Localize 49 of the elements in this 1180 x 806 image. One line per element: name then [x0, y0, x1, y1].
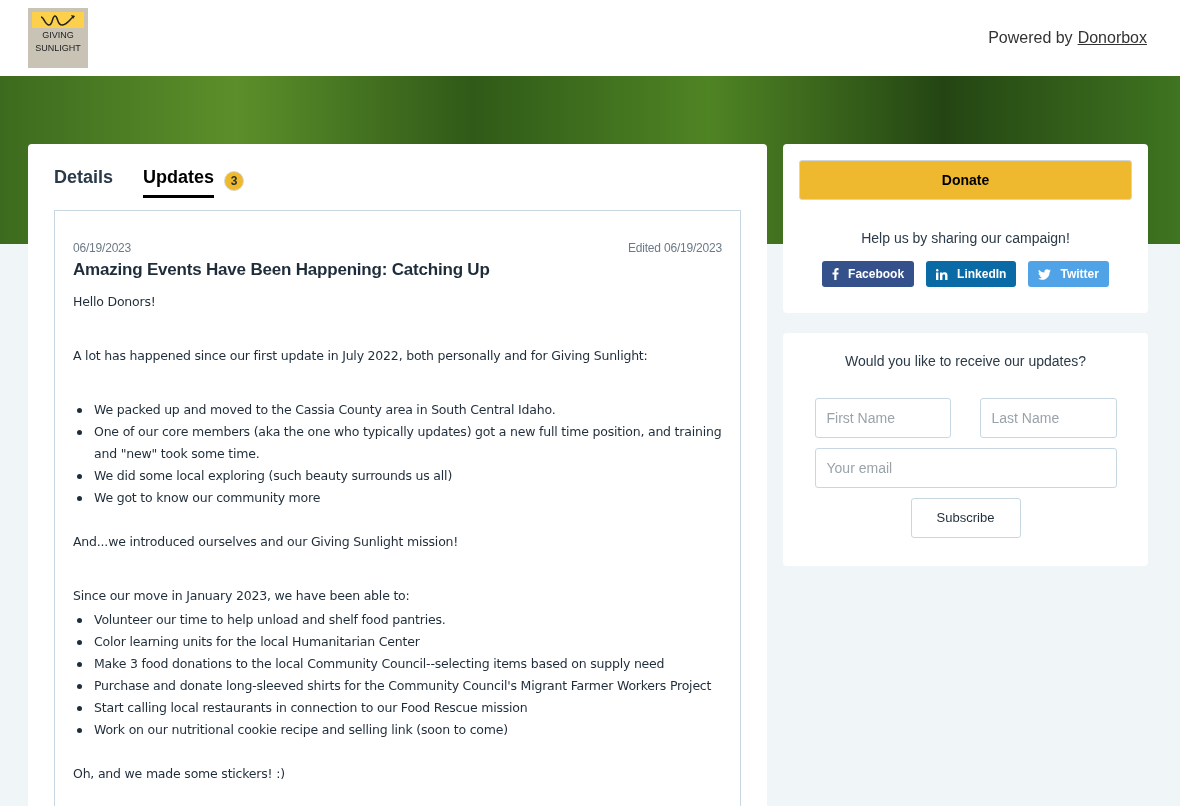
donorbox-link[interactable]: Donorbox	[1077, 26, 1147, 50]
bullet-icon	[77, 430, 82, 435]
bullet-icon	[77, 728, 82, 733]
bullet-icon	[77, 496, 82, 501]
list-item-text: Make 3 food donations to the local Community Council--selecting items based on supply need	[94, 655, 665, 673]
share-button[interactable]: Facebook	[822, 261, 915, 287]
linkedin-icon	[936, 268, 949, 280]
share-text: Help us by sharing our campaign!	[861, 229, 1070, 248]
list-item-text: Color learning units for the local Humanitarian Center	[94, 633, 420, 651]
tab[interactable]: Updates	[143, 164, 215, 198]
list-item-text: We packed up and moved to the Cassia County area in South Central Idaho.	[94, 401, 556, 419]
edited-date: Edited 06/19/2023	[627, 240, 722, 257]
list-item-text: Work on our nutritional cookie recipe and selling link (soon to come)	[94, 721, 508, 739]
update-paragraph: A lot has happened since our first update in July 2022, both personally and for Giving Sunlight:	[73, 347, 649, 365]
list-item-text: Purchase and donate long-sleeved shirts for the Community Council's Migrant Farmer Workers Project	[94, 677, 712, 695]
update-date: 06/19/2023	[73, 240, 132, 257]
update-paragraph: Hello Donors!	[73, 293, 157, 311]
bullet-icon	[77, 408, 82, 413]
bullet-icon	[77, 618, 82, 623]
bullet-icon	[77, 474, 82, 479]
bullet-icon	[77, 706, 82, 711]
update-paragraph: And...we introduced ourselves and our Giving Sunlight mission!	[73, 533, 460, 551]
loop-arrow-icon	[38, 14, 78, 26]
subscribe-button[interactable]: Subscribe	[910, 498, 1021, 538]
logo[interactable]: GIVING SUNLIGHT	[28, 8, 88, 68]
list-item-text: Volunteer our time to help unload and shelf food pantries.	[94, 611, 446, 629]
facebook-icon	[832, 268, 840, 280]
bird-icon	[1038, 268, 1052, 280]
list-item-text: Start calling local restaurants in connection to our Food Rescue mission	[94, 699, 528, 717]
list-item-text: We did some local exploring (such beauty surrounds us all)	[94, 467, 453, 485]
email-field[interactable]: Your email	[814, 448, 1117, 488]
subscribe-title: Would you like to receive our updates?	[845, 352, 1086, 371]
tab[interactable]: Details	[54, 164, 114, 198]
list-item-text: We got to know our community more	[94, 489, 321, 507]
last-name-field[interactable]: Last Name	[979, 398, 1117, 438]
powered-by-text: Powered by	[988, 28, 1073, 48]
count-badge: 3	[224, 171, 245, 191]
update-title: Amazing Events Have Been Happening: Catching Up	[73, 259, 491, 281]
donate-button[interactable]: Donate	[799, 160, 1132, 200]
update-paragraph: Oh, and we made some stickers! :)	[73, 765, 286, 783]
first-name-field[interactable]: First Name	[814, 398, 951, 438]
bullet-icon	[77, 640, 82, 645]
bullet-icon	[77, 662, 82, 667]
update-paragraph: Since our move in January 2023, we have been able to:	[73, 587, 411, 605]
bullet-icon	[77, 684, 82, 689]
list-item-text: One of our core members (aka the one who typically updates) got a new full time position, and training and "new" took some time.	[94, 423, 722, 463]
logo-text: GIVING	[42, 29, 74, 41]
logo-text: SUNLIGHT	[35, 42, 81, 54]
share-button[interactable]: LinkedIn	[926, 261, 1017, 287]
